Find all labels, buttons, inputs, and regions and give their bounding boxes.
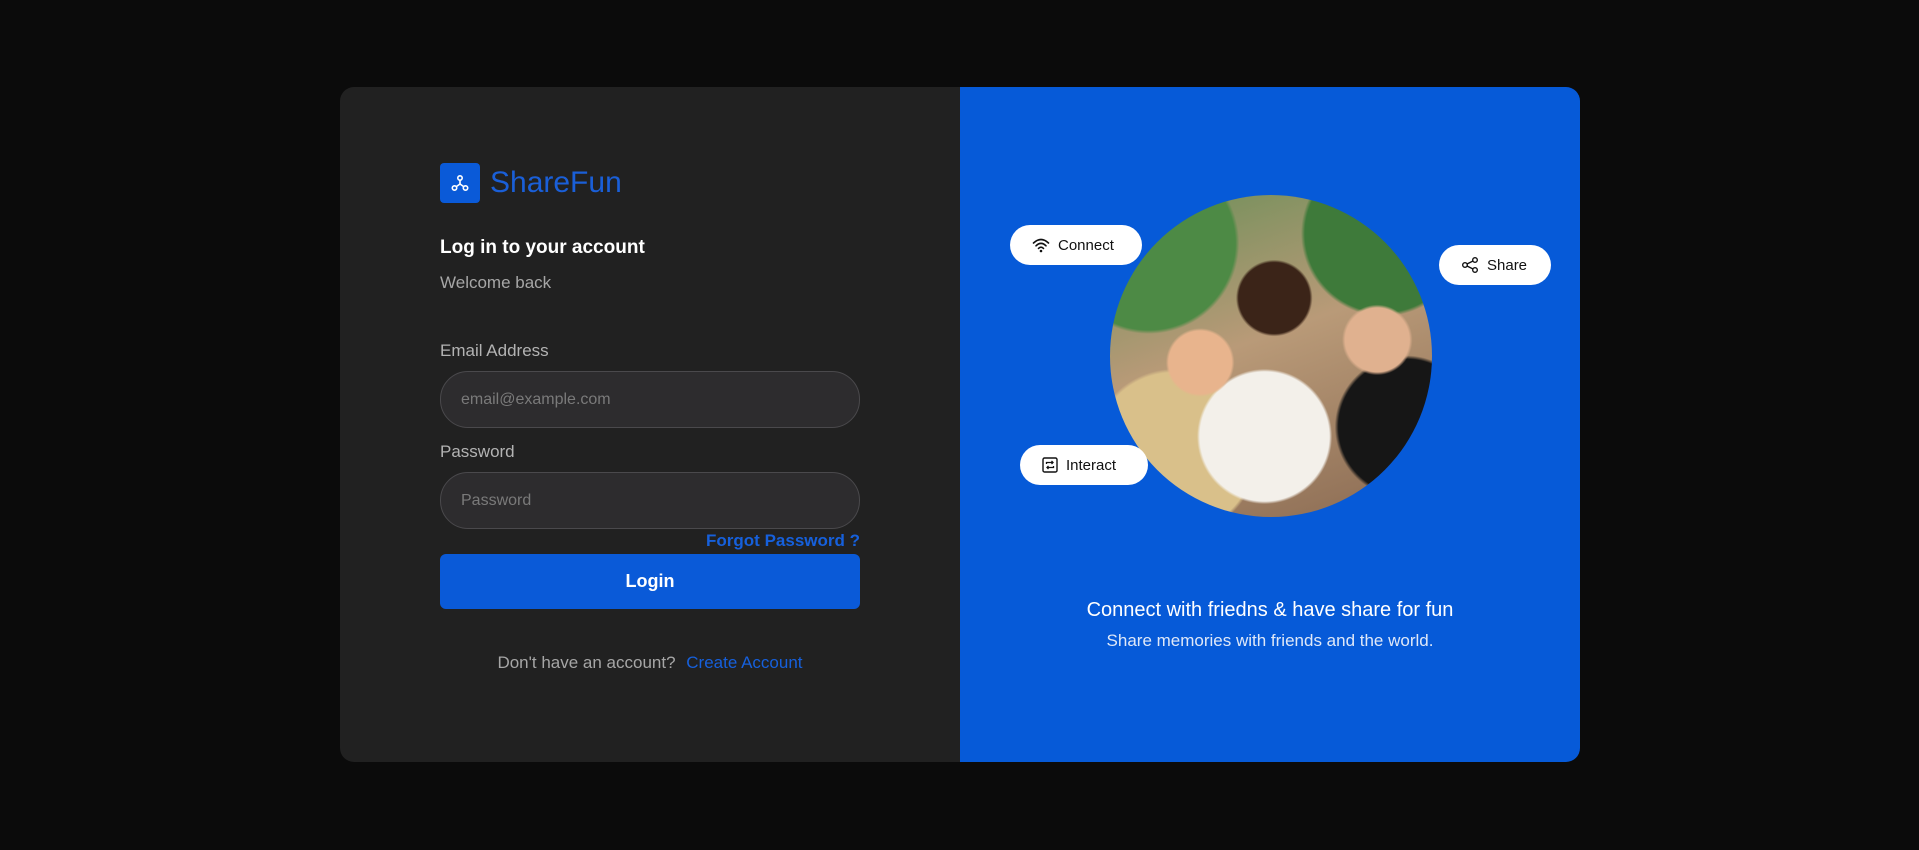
login-panel: ShareFun Log in to your account Welcome … [340, 87, 960, 762]
signup-prompt: Don't have an account? [497, 653, 676, 672]
brand-name: ShareFun [490, 166, 622, 199]
hero-panel: Connect Share Interact Connect with frie… [960, 87, 1580, 762]
repeat-icon [1042, 457, 1058, 473]
page-subtitle: Welcome back [440, 273, 552, 292]
login-card: ShareFun Log in to your account Welcome … [340, 87, 1580, 762]
password-input[interactable] [440, 472, 860, 529]
connect-pill: Connect [1010, 225, 1142, 265]
page-title: Log in to your account [440, 237, 645, 258]
password-label: Password [440, 442, 515, 461]
email-input[interactable] [440, 371, 860, 428]
share-pill: Share [1439, 245, 1551, 285]
brand: ShareFun [440, 163, 860, 203]
signup-row: Don't have an account? Create Account [440, 653, 860, 673]
forgot-password-link[interactable]: Forgot Password ? [440, 531, 860, 551]
login-form: ShareFun Log in to your account Welcome … [440, 163, 860, 673]
share-icon [1462, 257, 1478, 273]
connect-label: Connect [1058, 236, 1114, 254]
email-label: Email Address [440, 341, 549, 360]
create-account-link[interactable]: Create Account [686, 653, 802, 672]
hero-subtagline: Share memories with friends and the worl… [1106, 631, 1434, 650]
hub-network-icon [440, 163, 480, 203]
interact-label: Interact [1066, 456, 1117, 474]
friends-photo [1110, 195, 1432, 517]
interact-pill: Interact [1020, 445, 1148, 485]
hero-tagline: Connect with friedns & have share for fu… [1086, 599, 1454, 621]
login-button[interactable]: Login [440, 554, 860, 609]
share-label: Share [1487, 256, 1528, 274]
wifi-icon [1032, 238, 1050, 253]
